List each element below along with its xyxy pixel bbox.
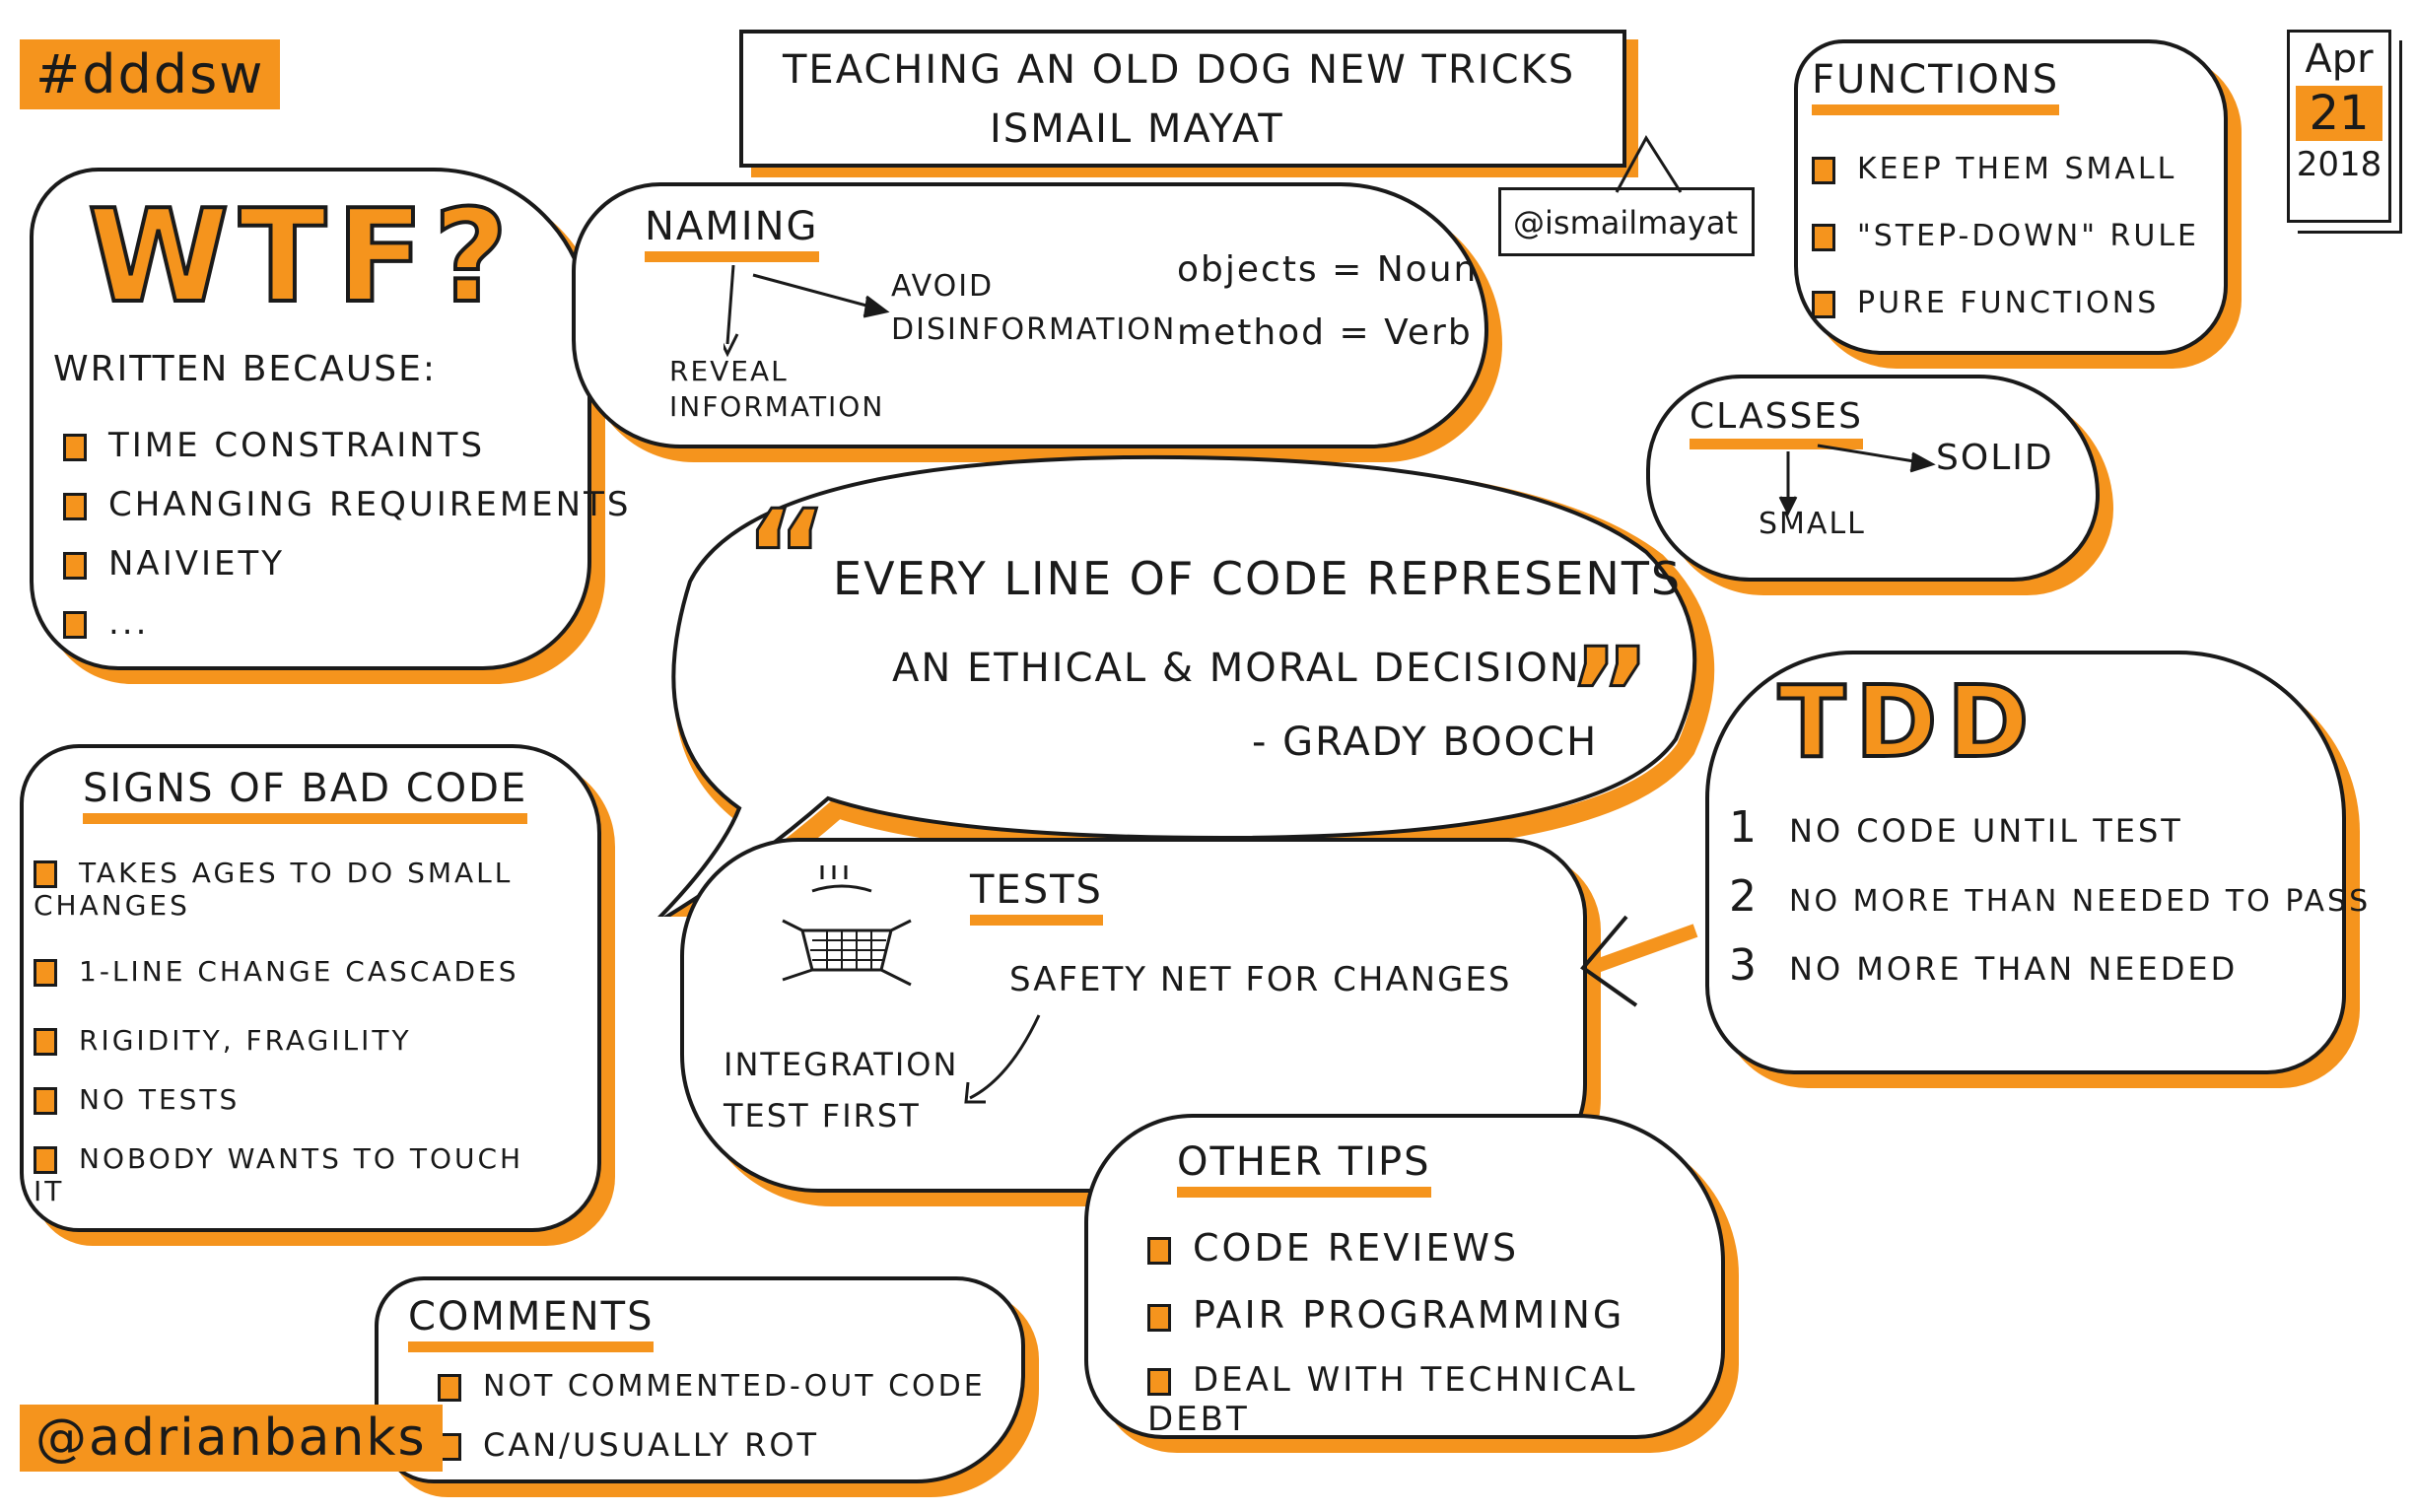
tests-safety: Safety net for changes	[1009, 960, 1512, 999]
wtf-item: Naiviety	[63, 544, 285, 584]
comments-item: Not commented-out code	[438, 1369, 986, 1404]
safety-net-icon	[782, 865, 912, 987]
functions-bubble: Functions Keep them small "Step-down" ru…	[1794, 39, 2228, 355]
signs-bubble: Signs of bad code Takes ages to do small…	[20, 744, 601, 1232]
wtf-item: Changing requirements	[63, 485, 631, 524]
comments-heading: Comments	[408, 1294, 655, 1352]
functions-item: "Step-down" rule	[1812, 219, 2199, 253]
other-tips-item: Code reviews	[1147, 1226, 1519, 1270]
tdd-heading: TDD	[1776, 662, 2039, 782]
naming-arrows	[724, 265, 890, 358]
other-tips-item: Deal with technical debt	[1147, 1360, 1638, 1439]
quote-line1: Every line of code represents	[833, 552, 1683, 605]
functions-item: Pure functions	[1812, 286, 2159, 320]
signs-item: Takes ages to do small changes	[34, 857, 514, 922]
wtf-item: ...	[63, 603, 149, 643]
title-box: Teaching an old dog new tricks Ismail Ma…	[739, 30, 1626, 168]
wtf-heading: WTF?	[86, 179, 518, 333]
wtf-subheading: Written because:	[53, 349, 437, 389]
wtf-item: Time constraints	[63, 426, 485, 465]
functions-heading: Functions	[1812, 57, 2060, 115]
date-year: 2018	[2296, 145, 2382, 184]
date-calendar: Apr 21 2018	[2287, 30, 2391, 223]
signs-item: Nobody wants to touch it	[34, 1142, 524, 1207]
functions-item: Keep them small	[1812, 152, 2176, 186]
tdd-to-tests-arrow	[1580, 915, 1698, 1007]
tests-heading: Tests	[970, 867, 1103, 926]
signs-item: No tests	[34, 1083, 240, 1116]
signs-heading: Signs of bad code	[83, 766, 528, 824]
naming-objects: objects = Noun	[1177, 249, 1479, 290]
author-handle: @adrianbanks	[20, 1405, 443, 1472]
tests-arrow	[964, 1014, 1041, 1104]
quote-open-mark: “	[742, 482, 829, 632]
tdd-bubble: TDD 1 No code until test 2 No more than ne…	[1705, 651, 2368, 1074]
comments-bubble: Comments Not commented-out code Can/usua…	[375, 1276, 1025, 1483]
speaker-name: Ismail Mayat	[990, 106, 1284, 152]
tdd-item: 2 No more than needed to pass	[1729, 871, 2372, 922]
quote-line2: an ethical & moral decision	[892, 646, 1581, 691]
other-tips-item: Pair programming	[1147, 1293, 1624, 1337]
speaker-handle: @ismailmayat	[1513, 204, 1738, 241]
tdd-item: 1 No code until test	[1729, 802, 2183, 853]
naming-method: method = Verb	[1177, 312, 1473, 353]
other-tips-bubble: Other tips Code reviews Pair programming…	[1084, 1114, 1725, 1439]
naming-avoid: Avoid disinformation	[891, 269, 1177, 347]
naming-heading: Naming	[645, 204, 819, 262]
classes-arrows	[1778, 444, 1936, 516]
quote-attribution: - Grady Booch	[1252, 720, 1599, 765]
signs-item: Rigidity, fragility	[34, 1024, 412, 1057]
tag-string	[1615, 135, 1683, 193]
tdd-item: 3 No more than needed	[1729, 940, 2239, 991]
talk-title: Teaching an old dog new tricks	[783, 47, 1576, 93]
naming-bubble: Naming Avoid disinformation Reveal infor…	[572, 182, 1488, 448]
wtf-bubble: WTF? Written because: Time constraints C…	[30, 168, 628, 670]
hashtag-label: #dddsw	[20, 39, 281, 109]
signs-item: 1-line change cascades	[34, 955, 519, 988]
date-month: Apr	[2305, 36, 2374, 82]
other-tips-heading: Other tips	[1177, 1139, 1431, 1198]
speaker-handle-box: @ismailmayat	[1498, 187, 1755, 256]
comments-item: Can/usually rot	[438, 1426, 819, 1464]
date-day: 21	[2296, 86, 2382, 141]
